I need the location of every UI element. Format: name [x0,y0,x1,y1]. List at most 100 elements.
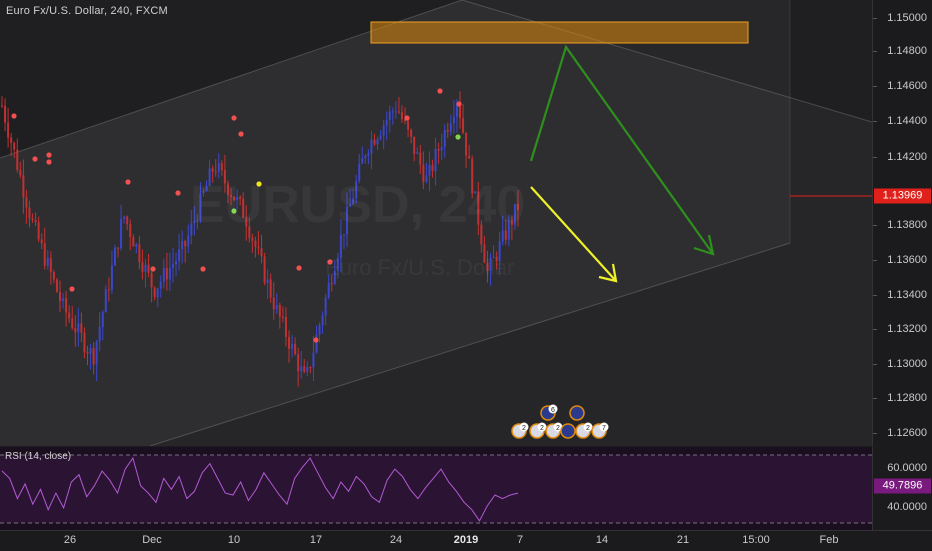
signal-dot-red [69,286,75,292]
candle-body [159,281,162,289]
candle-body [95,341,98,365]
signal-dot-red [175,190,181,196]
price-tick-mark [873,157,877,158]
price-tick-label: 1.14800 [887,45,927,57]
rsi-pane[interactable]: RSI (14, close) [0,447,872,530]
candle-body [83,332,86,353]
candle-body [165,268,168,280]
price-chart-pane[interactable]: 6 2 2 2 2 7 EURUSD, 240 Euro Fx/U.S. Dollar Eur… [0,0,872,446]
candle-body [135,244,138,247]
current-price-badge: 1.13969 [874,188,931,204]
signal-dot-red [238,131,244,137]
candle-body [364,155,367,159]
candle-body [465,132,468,156]
candle-body [28,207,31,219]
candle-body [324,297,327,316]
candle-body [178,249,181,262]
price-tick-label: 1.13200 [887,323,927,335]
price-tick-label: 1.12800 [887,392,927,404]
economic-event-icon[interactable] [569,405,585,421]
candle-body [31,218,34,221]
time-tick-label: 21 [676,534,690,546]
candle-body [367,153,370,156]
candle-body [101,312,104,327]
event-count-label: 2 [586,425,590,432]
price-tick-mark [873,225,877,226]
time-tick-label: 26 [63,534,77,546]
candle-body [113,247,116,266]
candle-body [80,323,83,333]
signal-dot-red [296,265,302,271]
price-tick-mark [873,121,877,122]
rsi-tick-label: 60.0000 [887,462,927,474]
candle-body [419,152,422,165]
candle-body [77,323,80,333]
candle-body [397,111,400,113]
time-axis[interactable]: 26 Dec 10 17 24 2019 7 14 21 15:00 Feb [0,530,932,551]
candle-body [175,261,178,265]
candle-body [89,348,92,354]
candle-body [452,116,455,124]
candle-body [440,147,443,151]
candle-body [391,111,394,113]
candle-body [361,158,364,164]
time-tick-label: Feb [819,534,839,546]
symbol-watermark-sub: Euro Fx/U.S. Dollar [325,255,515,280]
candle-body [284,316,287,337]
candle-body [315,334,318,353]
candle-body [138,244,141,263]
candle-body [25,197,28,208]
candle-body [7,122,10,138]
candle-body [141,262,144,272]
candle-body [254,240,257,247]
candle-body [318,324,321,335]
candle-body [107,289,110,291]
candle-body [98,326,101,342]
candle-body [187,235,190,247]
price-tick-label: 1.14600 [887,80,927,92]
rsi-chart-svg[interactable] [0,447,872,530]
price-tick-label: 1.14200 [887,151,927,163]
candle-body [306,367,309,372]
time-tick-label: 14 [595,534,609,546]
event-count-label: 2 [522,425,526,432]
candle-body [462,118,465,133]
candle-body [394,111,397,113]
signal-dot-red [437,88,443,94]
candle-body [266,279,269,283]
candle-body [126,216,129,225]
candle-body [269,279,272,298]
signal-dot-red [32,156,38,162]
candle-body [257,246,260,249]
signal-dot-red [11,113,17,119]
rsi-axis[interactable]: 60.0000 40.0000 49.7896 [872,447,932,530]
signal-dot-red [200,266,206,272]
candle-body [59,291,62,302]
candle-body [251,237,254,241]
time-tick-label: 10 [227,534,241,546]
candle-body [382,125,385,136]
time-tick-label: 2019 [453,534,479,546]
candle-body [43,243,46,266]
candle-body [86,352,89,354]
candle-body [278,305,281,317]
time-tick-label: Dec [142,534,162,546]
candle-body [330,283,333,285]
candle-body [144,264,147,272]
candle-body [312,352,315,368]
price-chart-svg[interactable]: 6 2 2 2 2 7 EURUSD, 240 Euro Fx/U.S. Dollar [0,0,872,446]
candle-body [171,264,174,268]
candle-body [65,298,68,313]
price-axis[interactable]: 1.15000 1.14800 1.14600 1.14400 1.14200 1.138… [872,0,932,446]
candle-body [370,139,373,154]
candle-body [162,268,165,282]
price-tick-mark [873,364,877,365]
economic-event-icon[interactable] [560,423,576,439]
candle-body [110,265,113,290]
candle-body [46,257,49,266]
rsi-value-badge: 49.7896 [874,478,931,494]
signal-dot-green [455,134,461,140]
candle-body [309,367,312,369]
candle-body [327,283,330,298]
supply-zone-rect[interactable] [370,21,749,44]
